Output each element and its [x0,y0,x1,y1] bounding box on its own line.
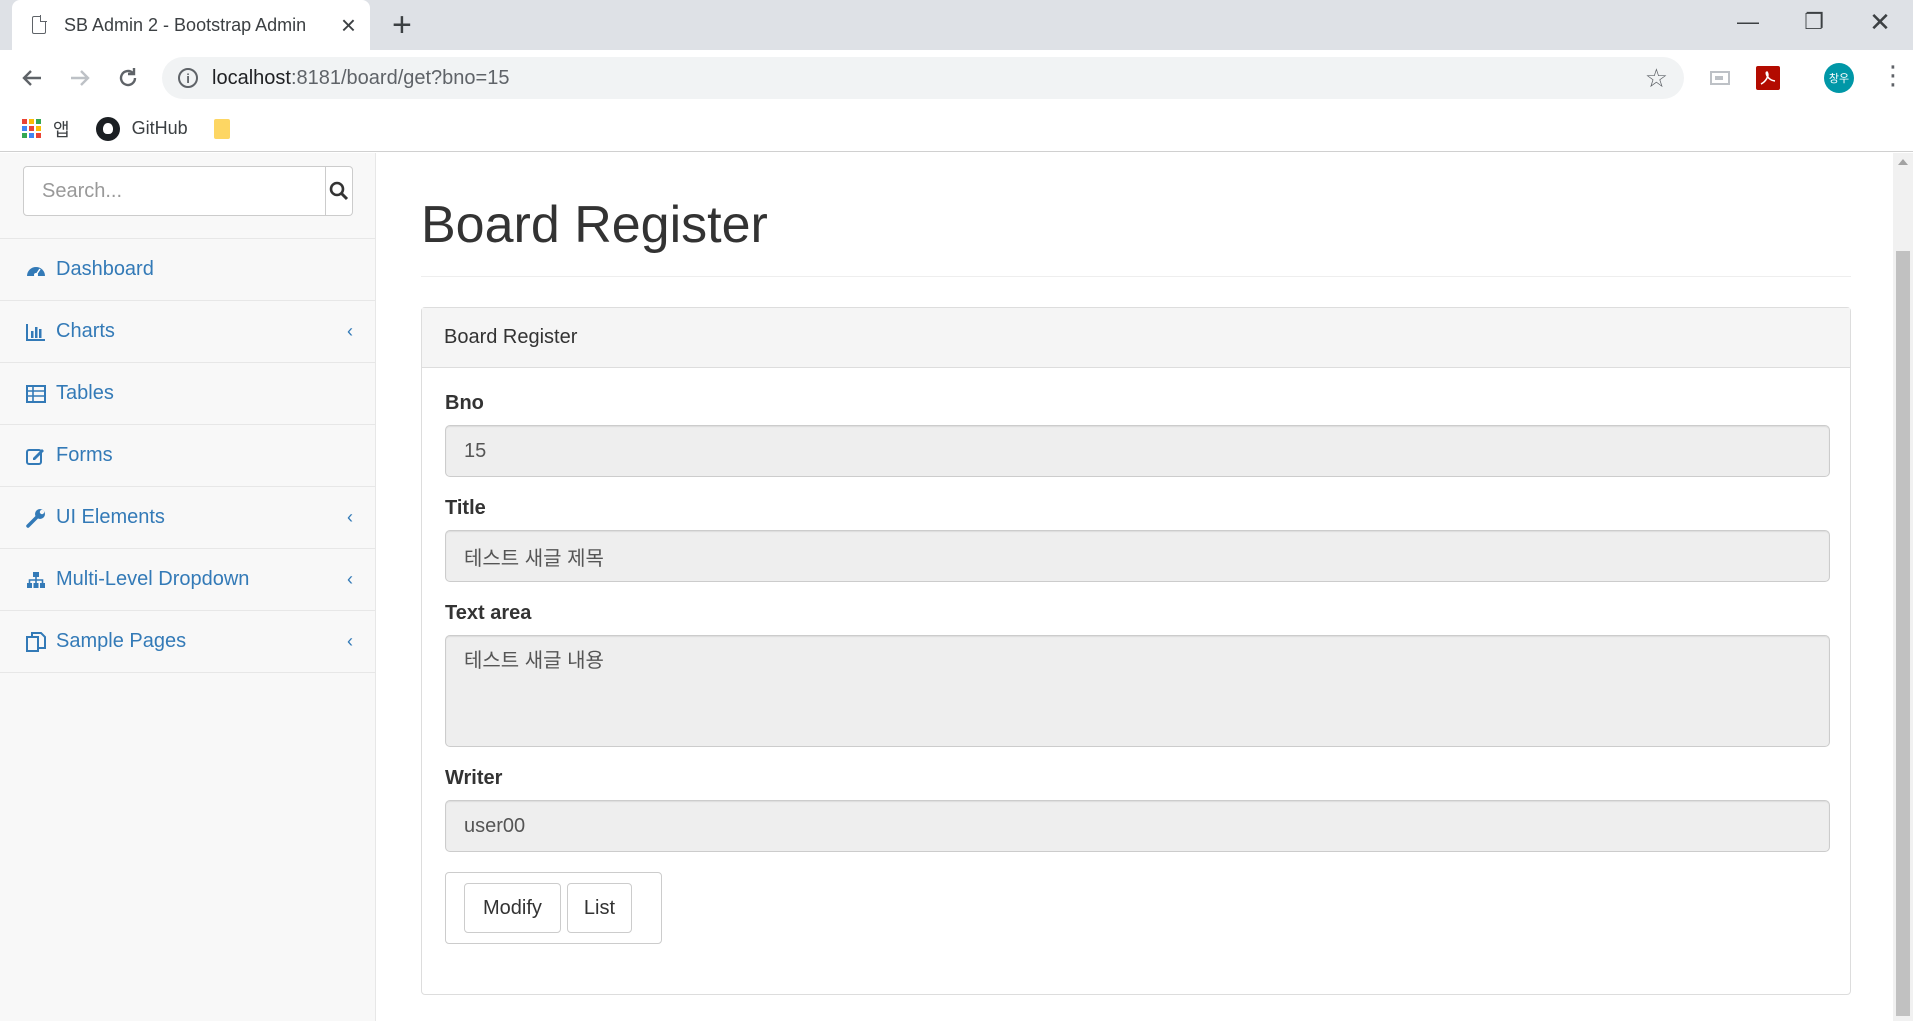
sidebar-item-ui-elements[interactable]: UI Elements ‹ [0,487,375,549]
bookmark-star-icon[interactable]: ☆ [1645,63,1668,94]
restore-button[interactable]: ❐ [1781,0,1847,44]
title-field[interactable]: 테스트 새글 제목 [445,530,1830,582]
search-icon [329,181,349,201]
new-tab-button[interactable]: + [392,6,412,45]
site-info-icon[interactable]: i [178,68,198,88]
menu-kebab-icon[interactable]: ⋮ [1880,62,1906,88]
page-icon [32,15,47,34]
bno-field[interactable]: 15 [445,425,1830,477]
sidebar-item-label: Sample Pages [56,630,187,652]
sitemap-icon [24,568,48,592]
url-path: :8181/board/get?bno=15 [290,66,510,89]
sidebar-item-label: Dashboard [56,258,154,280]
content-textarea[interactable]: 테스트 새글 내용 [445,635,1830,747]
reload-icon [119,68,137,87]
back-arrow-icon [22,70,41,86]
button-group: Modify List [445,872,662,944]
url-host: localhost [212,66,291,89]
scrollbar-thumb[interactable] [1896,251,1910,1016]
bookmarks-bar: 앱 GitHub [0,106,1913,152]
sidebar-search [0,153,375,239]
title-label: Title [445,497,486,519]
sidebar-item-label: Multi-Level Dropdown [56,568,250,590]
sidebar-item-label: UI Elements [56,506,165,528]
writer-field[interactable]: user00 [445,800,1830,852]
chevron-left-icon: ‹ [347,569,353,589]
sidebar-item-forms[interactable]: Forms [0,425,375,487]
main-content: Board Register Board Register Bno 15 Tit… [376,153,1893,1021]
bookmark-folder[interactable] [213,118,230,139]
page-header: Board Register [421,199,1851,277]
browser-tab-bar: SB Admin 2 - Bootstrap Admin × + — ❐ ✕ [0,0,1913,50]
panel-heading: Board Register [422,308,1850,368]
wrench-icon [24,506,48,530]
search-button[interactable] [326,166,353,216]
forward-button[interactable] [64,62,96,94]
bno-label: Bno [445,392,484,414]
table-icon [24,382,48,406]
apps-grid-icon [22,119,41,138]
github-icon [95,116,120,141]
board-panel: Board Register Bno 15 Title 테스트 새글 제목 Te… [421,307,1851,995]
minimize-button[interactable]: — [1715,0,1781,44]
sidebar-item-tables[interactable]: Tables [0,363,375,425]
bookmark-apps[interactable]: 앱 [22,116,70,142]
bookmark-github-label: GitHub [131,118,188,138]
sidebar-item-label: Charts [56,320,115,342]
folder-icon [213,118,230,139]
tab-title: SB Admin 2 - Bootstrap Admin [64,14,307,35]
edit-icon [24,444,48,468]
chevron-left-icon: ‹ [347,631,353,651]
sidebar-item-sample-pages[interactable]: Sample Pages ‹ [0,611,375,673]
bookmark-github[interactable]: GitHub [95,116,188,141]
browser-tab[interactable]: SB Admin 2 - Bootstrap Admin × [12,0,370,50]
cast-icon[interactable] [1706,64,1734,92]
page-scrollbar[interactable] [1893,153,1913,1021]
content-label: Text area [445,602,532,624]
title-form-group: Title 테스트 새글 제목 [445,497,1830,582]
sidebar-item-label: Forms [56,444,113,466]
search-input[interactable] [23,166,326,216]
scroll-up-arrow-icon[interactable] [1898,159,1908,165]
chevron-left-icon: ‹ [347,507,353,527]
address-bar[interactable]: i localhost:8181/board/get?bno=15 ☆ [162,57,1684,99]
sidebar: Dashboard Charts ‹ Tables Forms UI Eleme… [0,153,376,1021]
files-icon [24,630,48,654]
list-button[interactable]: List [566,883,633,933]
modify-button[interactable]: Modify [464,883,561,933]
forward-arrow-icon [71,70,90,86]
bar-chart-icon [24,320,48,344]
content-form-group: Text area 테스트 새글 내용 [445,602,1830,747]
sidebar-item-charts[interactable]: Charts ‹ [0,301,375,363]
sidebar-item-label: Tables [56,382,114,404]
writer-label: Writer [445,767,503,789]
browser-toolbar: i localhost:8181/board/get?bno=15 ☆ 창우 ⋮ [0,50,1913,106]
reload-button[interactable] [112,62,144,94]
dashboard-icon [24,258,48,282]
sidebar-item-multi-level-dropdown[interactable]: Multi-Level Dropdown ‹ [0,549,375,611]
panel-body: Bno 15 Title 테스트 새글 제목 Text area 테스트 새글 … [422,368,1850,944]
pdf-extension-icon[interactable] [1754,64,1782,92]
tab-close-icon[interactable]: × [341,12,356,38]
chevron-left-icon: ‹ [347,321,353,341]
writer-form-group: Writer user00 [445,767,1830,852]
close-window-button[interactable]: ✕ [1847,0,1913,44]
page-content: Dashboard Charts ‹ Tables Forms UI Eleme… [0,153,1893,1021]
bno-form-group: Bno 15 [445,392,1830,477]
bookmark-apps-label: 앱 [53,119,70,140]
page-title: Board Register [421,196,768,254]
back-button[interactable] [16,62,48,94]
sidebar-item-dashboard[interactable]: Dashboard [0,239,375,301]
profile-avatar[interactable]: 창우 [1824,63,1854,93]
